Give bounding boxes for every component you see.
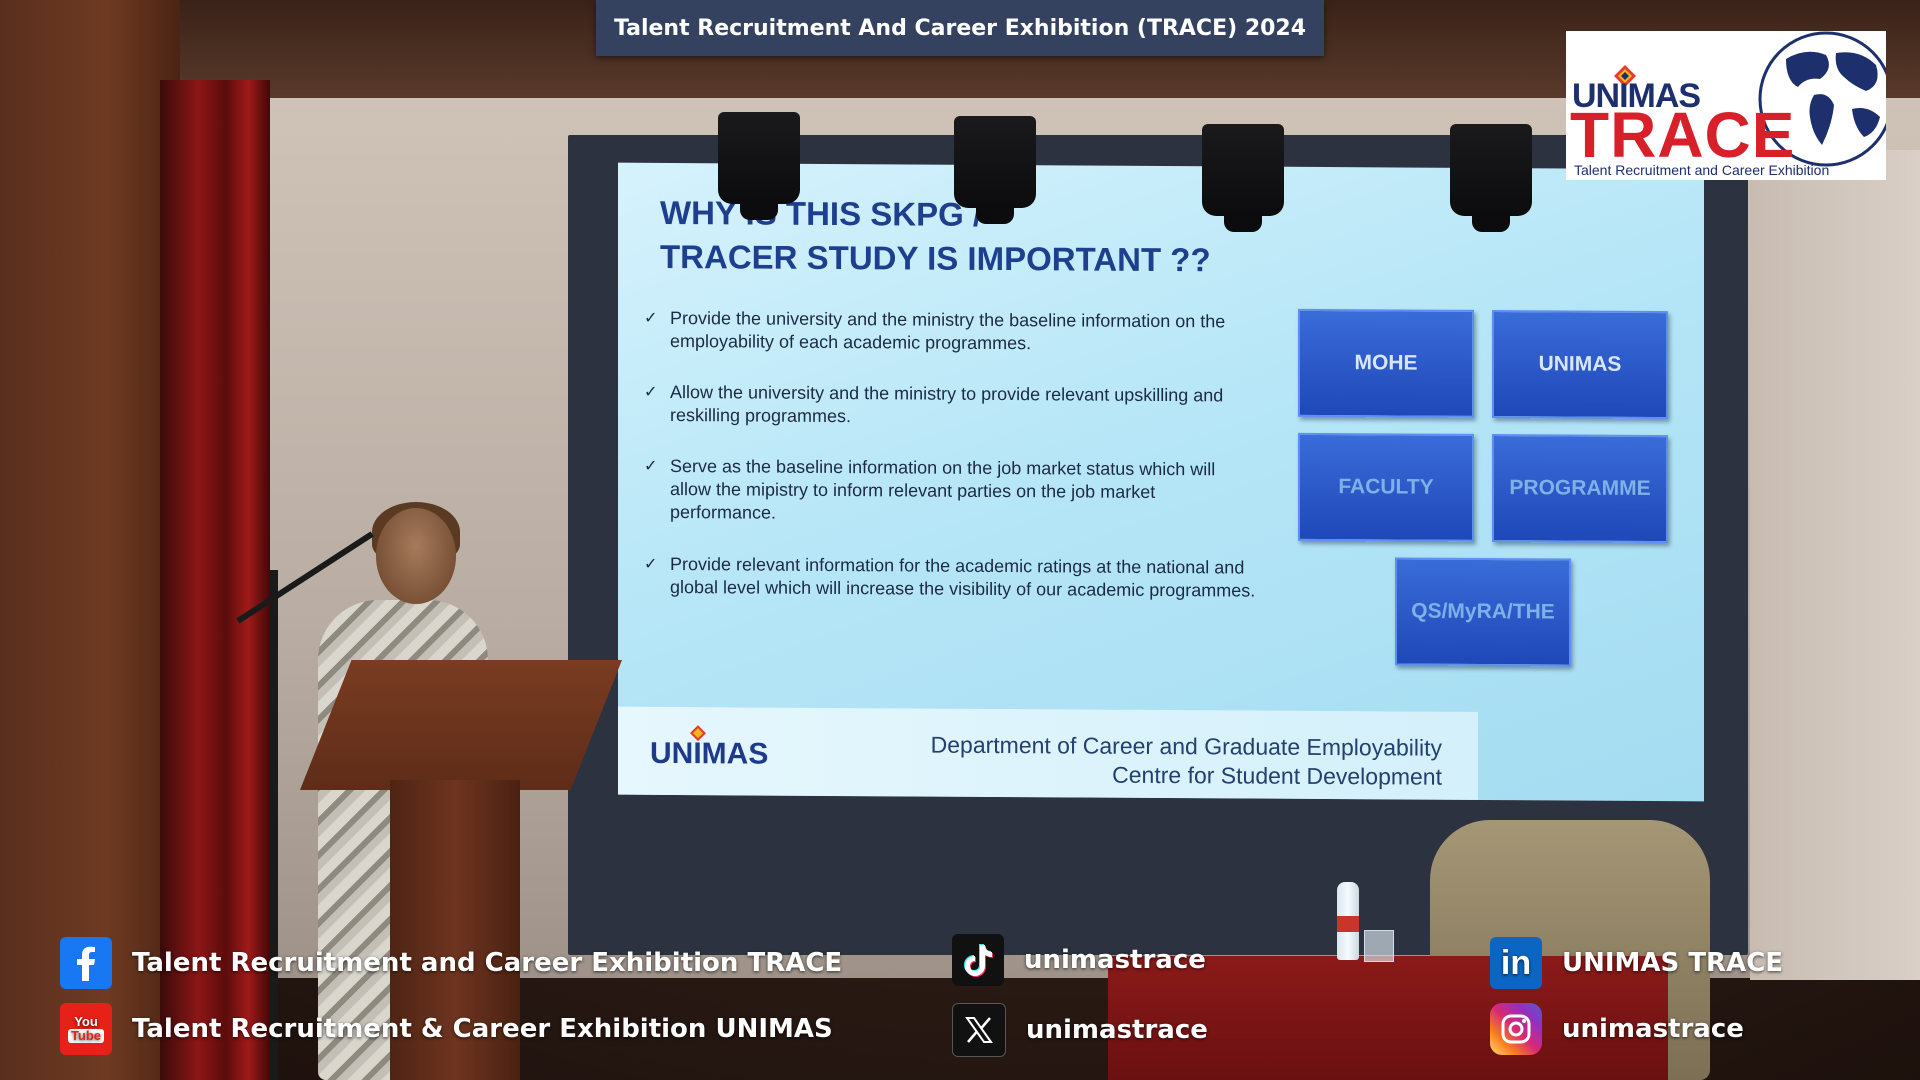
slide-footer: UNIMAS Department of Career and Graduate… — [618, 706, 1478, 800]
slide-box-mohe: MOHE — [1298, 308, 1474, 418]
stage-light — [954, 116, 1036, 224]
facebook-label: Talent Recruitment and Career Exhibition… — [132, 948, 843, 978]
check-icon: ✓ — [644, 555, 658, 573]
speaker-head — [376, 508, 456, 604]
event-title-banner: Talent Recruitment And Career Exhibition… — [596, 0, 1324, 56]
social-x[interactable]: unimastrace — [952, 1003, 1208, 1057]
slide-bullet: ✓ Provide the university and the ministr… — [644, 307, 1260, 357]
tiktok-label: unimastrace — [1024, 945, 1206, 975]
trace-logo: UNIMAS TRACE Talent Recruitment and Care… — [1566, 31, 1886, 180]
linkedin-label: UNIMAS TRACE — [1562, 948, 1784, 978]
slide-bullet: ✓ Serve as the baseline information on t… — [644, 455, 1260, 528]
slide-box-rankings: QS/MyRA/THE — [1395, 557, 1571, 667]
slide-box-programme: PROGRAMME — [1492, 434, 1668, 544]
logo-trace-text: TRACE — [1570, 99, 1796, 171]
slide-bullet-text: Serve as the baseline information on the… — [670, 456, 1216, 523]
slide-bullet-text: Provide relevant information for the aca… — [670, 554, 1256, 601]
red-stage-curtain — [160, 80, 270, 1080]
presentation-slide: WHY IS THIS SKPG / TRACER STUDY IS IMPOR… — [618, 162, 1704, 802]
podium — [300, 660, 622, 790]
check-icon: ✓ — [644, 457, 658, 475]
instagram-label: unimastrace — [1562, 1014, 1744, 1044]
slide-bullet-text: Allow the university and the ministry to… — [670, 382, 1224, 427]
slide-bullet: ✓ Provide relevant information for the a… — [644, 553, 1260, 603]
check-icon: ✓ — [644, 309, 658, 327]
social-youtube[interactable]: You Tube Talent Recruitment & Career Exh… — [60, 1003, 833, 1055]
linkedin-icon: in — [1490, 937, 1542, 989]
youtube-icon: You Tube — [60, 1003, 112, 1055]
slide-box-faculty: FACULTY — [1298, 432, 1474, 542]
social-instagram[interactable]: unimastrace — [1490, 1003, 1744, 1055]
tiktok-icon — [952, 934, 1004, 986]
facebook-icon — [60, 937, 112, 989]
stage-light — [1202, 124, 1284, 232]
slide-bullet: ✓ Allow the university and the ministry … — [644, 381, 1260, 431]
social-tiktok[interactable]: unimastrace — [952, 934, 1206, 986]
social-facebook[interactable]: Talent Recruitment and Career Exhibition… — [60, 937, 842, 989]
slide-footer-department: Department of Career and Graduate Employ… — [931, 731, 1442, 792]
stage-light — [718, 112, 800, 220]
department-line: Department of Career and Graduate Employ… — [930, 731, 1442, 761]
social-linkedin[interactable]: in UNIMAS TRACE — [1490, 937, 1783, 989]
check-icon: ✓ — [644, 383, 658, 401]
centre-line: Centre for Student Development — [1112, 761, 1442, 790]
slide-bullet-text: Provide the university and the ministry … — [670, 308, 1226, 354]
slide-box-unimas: UNIMAS — [1492, 310, 1668, 420]
logo-tagline: Talent Recruitment and Career Exhibition — [1574, 162, 1830, 178]
drinking-glass — [1364, 930, 1394, 962]
x-icon — [952, 1003, 1006, 1057]
youtube-label: Talent Recruitment & Career Exhibition U… — [132, 1014, 833, 1044]
stage-right-wall — [1750, 150, 1920, 980]
bottle-label — [1337, 916, 1359, 932]
instagram-icon — [1490, 1003, 1542, 1055]
stage-light — [1450, 124, 1532, 232]
slide-footer-logo: UNIMAS — [650, 736, 769, 771]
auditorium-left-wall — [0, 0, 180, 1080]
x-label: unimastrace — [1026, 1015, 1208, 1045]
